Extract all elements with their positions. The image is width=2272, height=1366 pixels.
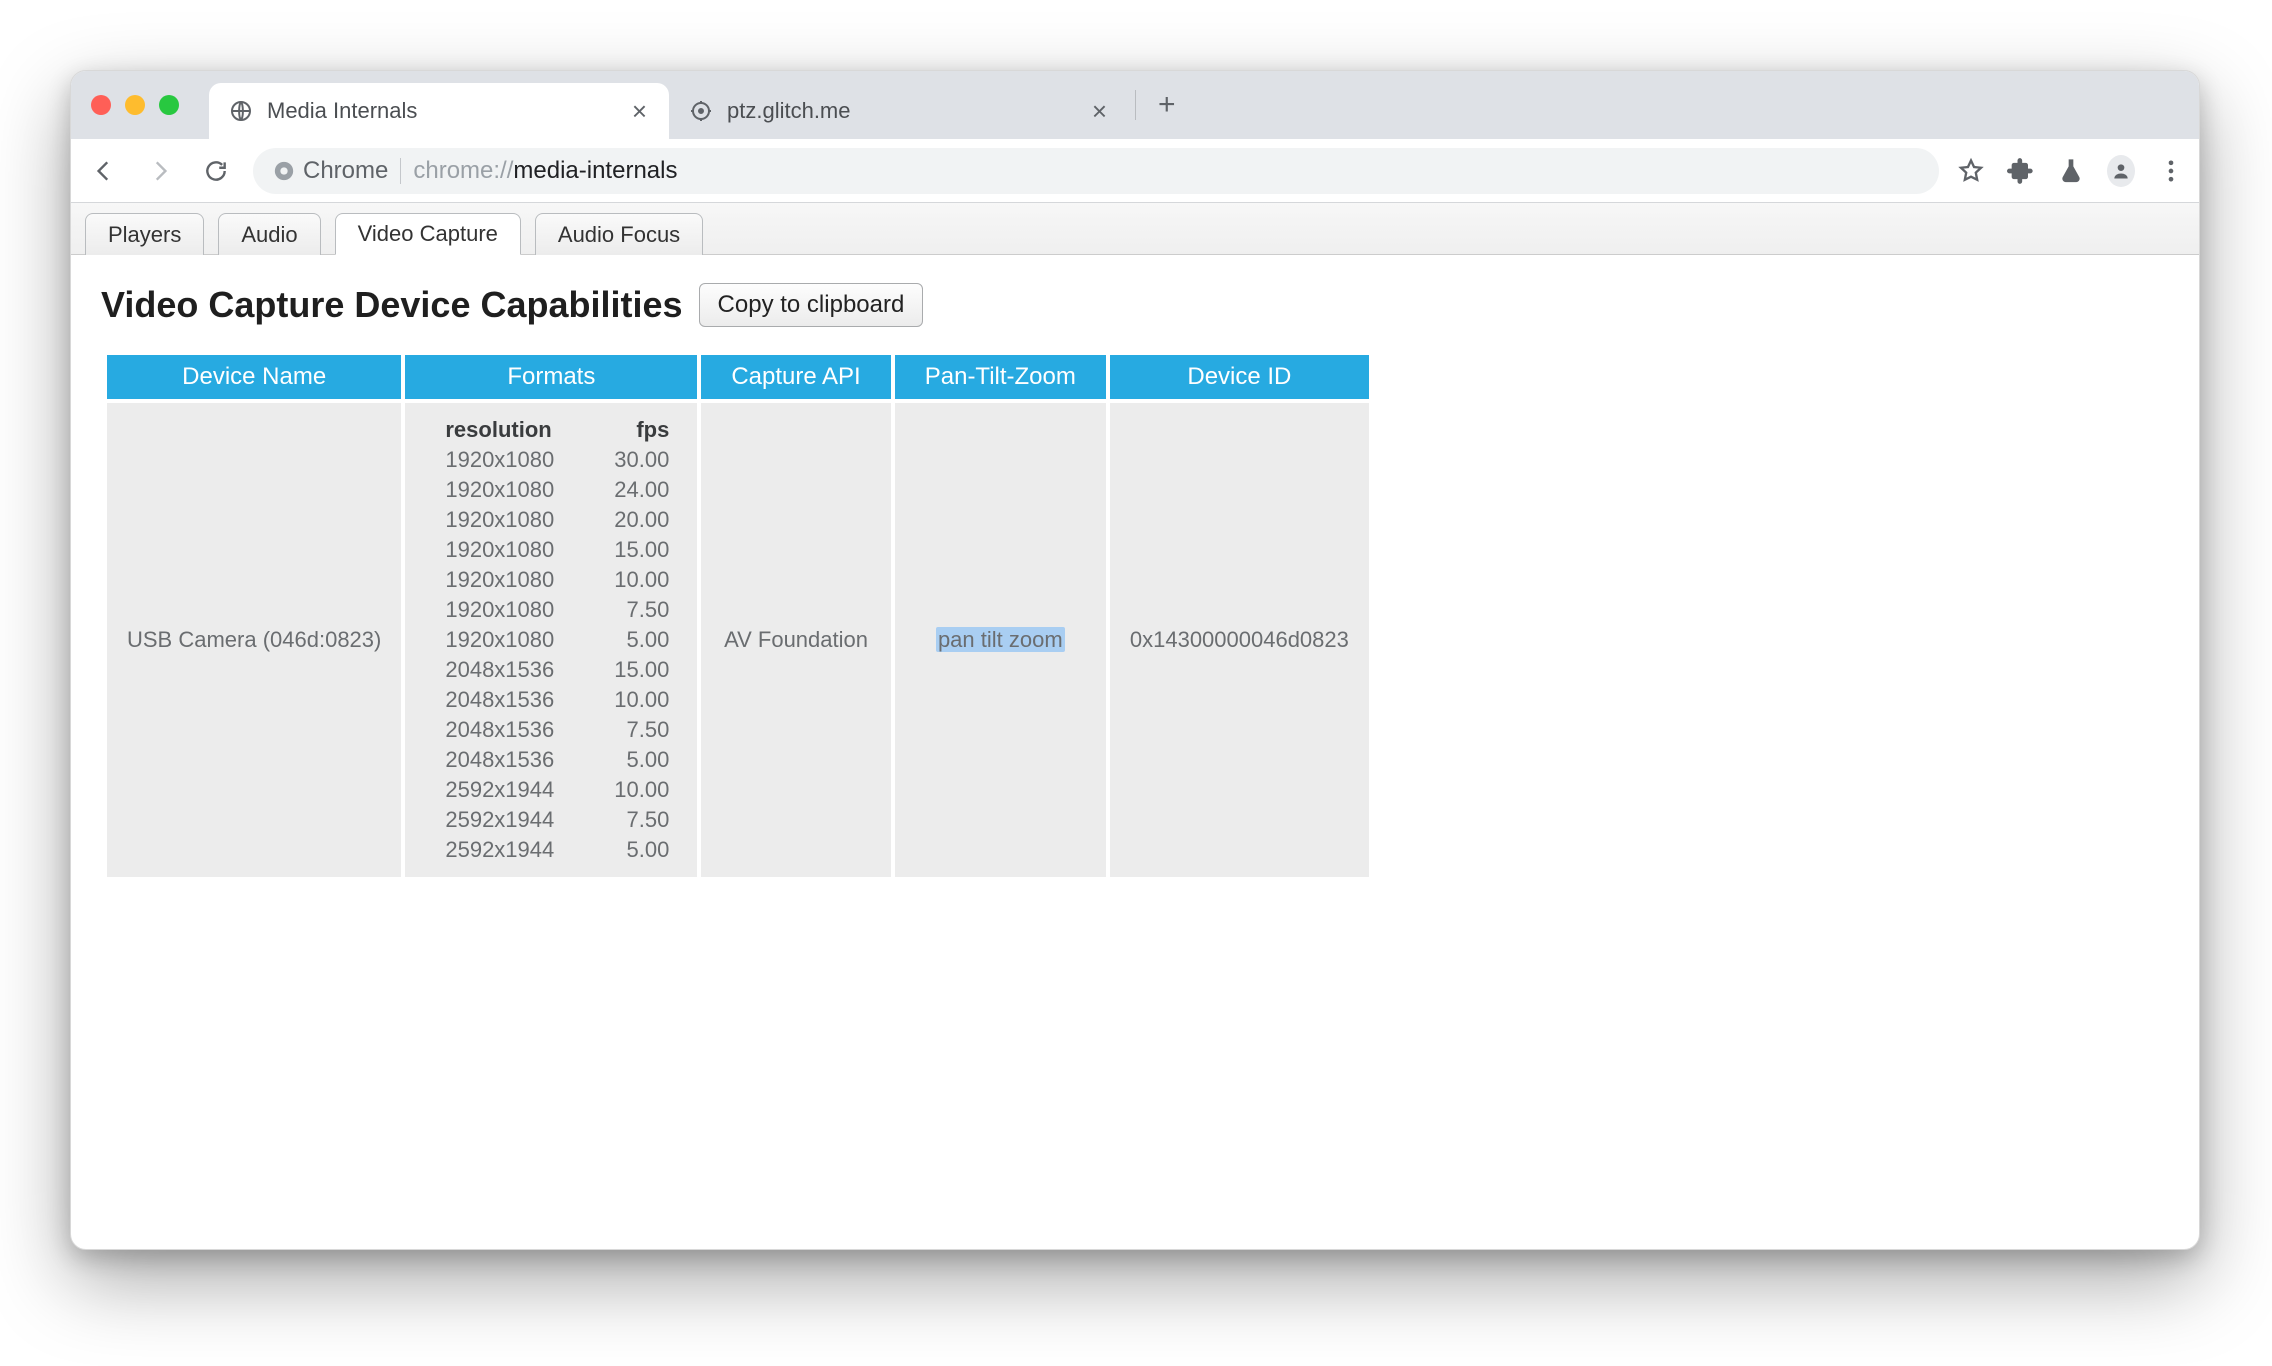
subtab-label: Players — [108, 222, 181, 248]
chrome-chip: Chrome — [273, 157, 388, 185]
format-fps: 10.00 — [614, 777, 669, 803]
col-capture-api[interactable]: Capture API — [701, 355, 890, 399]
format-resolution: 1920x1080 — [445, 477, 554, 503]
subtab-label: Audio Focus — [558, 222, 680, 248]
format-resolution: 1920x1080 — [445, 537, 554, 563]
bookmark-star-icon[interactable] — [1957, 157, 1985, 185]
format-fps: 30.00 — [614, 447, 669, 473]
forward-button[interactable] — [141, 152, 179, 190]
browser-tab-media-internals[interactable]: Media Internals × — [209, 83, 669, 139]
cell-formats: resolution fps 1920x1080 30.00 1920x1080 24… — [405, 403, 697, 877]
tab-title: Media Internals — [267, 98, 614, 124]
globe-icon — [229, 99, 253, 123]
format-fps: 7.50 — [614, 597, 669, 623]
format-fps: 24.00 — [614, 477, 669, 503]
profile-avatar[interactable] — [2107, 157, 2135, 185]
url-text: chrome://media-internals — [413, 157, 677, 185]
format-resolution: 1920x1080 — [445, 567, 554, 593]
format-fps: 7.50 — [614, 717, 669, 743]
maximize-window-button[interactable] — [159, 95, 179, 115]
subtab-audio-focus[interactable]: Audio Focus — [535, 213, 703, 255]
browser-tab-ptz[interactable]: ptz.glitch.me × — [669, 83, 1129, 139]
minimize-window-button[interactable] — [125, 95, 145, 115]
col-ptz[interactable]: Pan-Tilt-Zoom — [895, 355, 1106, 399]
page-heading: Video Capture Device Capabilities — [101, 284, 683, 326]
format-resolution: 1920x1080 — [445, 507, 554, 533]
content-area: Video Capture Device Capabilities Copy t… — [71, 255, 2199, 909]
col-formats[interactable]: Formats — [405, 355, 697, 399]
format-fps: 5.00 — [614, 747, 669, 773]
new-tab-button[interactable]: + — [1142, 88, 1192, 122]
tab-title: ptz.glitch.me — [727, 98, 1074, 124]
format-resolution: 1920x1080 — [445, 627, 554, 653]
format-resolution: 2592x1944 — [445, 807, 554, 833]
format-resolution: 2592x1944 — [445, 837, 554, 863]
col-device-name[interactable]: Device Name — [107, 355, 401, 399]
kebab-menu-icon[interactable] — [2157, 157, 2185, 185]
formats-header-resolution: resolution — [445, 417, 554, 443]
format-resolution: 2048x1536 — [445, 717, 554, 743]
close-tab-icon[interactable]: × — [628, 98, 651, 124]
format-fps: 20.00 — [614, 507, 669, 533]
cell-ptz: pan tilt zoom — [895, 403, 1106, 877]
format-fps: 5.00 — [614, 837, 669, 863]
browser-window: Media Internals × ptz.glitch.me × + Chro… — [70, 70, 2200, 1250]
capabilities-table: Device Name Formats Capture API Pan-Tilt… — [103, 351, 1373, 881]
tabstrip: Media Internals × ptz.glitch.me × + — [71, 71, 2199, 139]
format-resolution: 2048x1536 — [445, 687, 554, 713]
subtab-players[interactable]: Players — [85, 213, 204, 255]
labs-icon[interactable] — [2057, 157, 2085, 185]
format-fps: 10.00 — [614, 687, 669, 713]
format-fps: 7.50 — [614, 807, 669, 833]
back-button[interactable] — [85, 152, 123, 190]
toolbar: Chrome chrome://media-internals — [71, 139, 2199, 203]
cell-device-name: USB Camera (046d:0823) — [107, 403, 401, 877]
cell-device-id: 0x14300000046d0823 — [1110, 403, 1369, 877]
format-resolution: 1920x1080 — [445, 597, 554, 623]
formats-header-fps: fps — [614, 417, 669, 443]
format-resolution: 2048x1536 — [445, 747, 554, 773]
close-tab-icon[interactable]: × — [1088, 98, 1111, 124]
subtab-label: Audio — [241, 222, 297, 248]
target-icon — [689, 99, 713, 123]
tab-separator — [1135, 90, 1136, 120]
cell-capture-api: AV Foundation — [701, 403, 890, 877]
omnibox-divider — [400, 158, 401, 184]
format-fps: 15.00 — [614, 537, 669, 563]
extensions-icon[interactable] — [2007, 157, 2035, 185]
format-fps: 10.00 — [614, 567, 669, 593]
format-fps: 15.00 — [614, 657, 669, 683]
format-fps: 5.00 — [614, 627, 669, 653]
chrome-chip-label: Chrome — [303, 157, 388, 185]
ptz-value: pan tilt zoom — [936, 627, 1065, 652]
copy-to-clipboard-button[interactable]: Copy to clipboard — [699, 283, 924, 327]
url-main: media-internals — [513, 157, 677, 184]
toolbar-right — [1957, 157, 2185, 185]
format-resolution: 2592x1944 — [445, 777, 554, 803]
table-row: USB Camera (046d:0823) resolution fps 19… — [107, 403, 1369, 877]
format-resolution: 2048x1536 — [445, 657, 554, 683]
internal-tabs: Players Audio Video Capture Audio Focus — [71, 203, 2199, 255]
subtab-label: Video Capture — [358, 221, 498, 247]
address-bar[interactable]: Chrome chrome://media-internals — [253, 148, 1939, 194]
subtab-audio[interactable]: Audio — [218, 213, 320, 255]
col-device-id[interactable]: Device ID — [1110, 355, 1369, 399]
url-prefix: chrome:// — [413, 157, 513, 184]
reload-button[interactable] — [197, 152, 235, 190]
close-window-button[interactable] — [91, 95, 111, 115]
subtab-video-capture[interactable]: Video Capture — [335, 213, 521, 255]
format-resolution: 1920x1080 — [445, 447, 554, 473]
window-controls — [91, 95, 179, 115]
